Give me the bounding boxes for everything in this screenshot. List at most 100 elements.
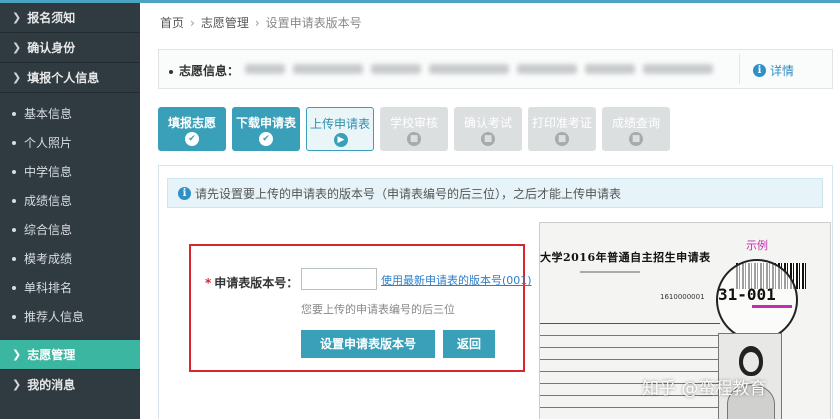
bullet-icon (12, 285, 16, 290)
redacted-text (585, 64, 635, 74)
table-row (540, 324, 720, 336)
use-latest-version-link[interactable]: 使用最新申请表的版本号(001) (381, 272, 532, 288)
sidebar-item-notice[interactable]: ❯ 报名须知 (0, 3, 140, 32)
detail-link-text: 详情 (770, 64, 795, 78)
notice-text: 请先设置要上传的申请表的版本号（申请表编号的后三位），之后才能上传申请表 (195, 186, 622, 201)
sidebar-subitem-label: 单科排名 (24, 281, 73, 295)
bullet-icon (12, 169, 16, 174)
sidebar-item-label: 报名须知 (27, 11, 76, 25)
breadcrumb: 首页 › 志愿管理 › 设置申请表版本号 (160, 14, 362, 31)
info-icon: i (178, 186, 191, 200)
breadcrumb-separator: › (190, 16, 195, 30)
sidebar-item-confirm-identity[interactable]: ❯ 确认身份 (0, 33, 140, 62)
sidebar-item-messages[interactable]: ❯ 我的消息 (0, 370, 140, 399)
sidebar-subitem-label: 推荐人信息 (24, 310, 85, 324)
check-icon: ✔ (259, 132, 273, 146)
sidebar-subitem-label: 成绩信息 (24, 194, 73, 208)
sidebar-subitem-label: 基本信息 (24, 107, 73, 121)
lock-icon: ■ (555, 132, 569, 146)
version-label: * 申请表版本号： (205, 274, 298, 291)
step-label: 成绩查询 (611, 116, 660, 130)
notice-banner: i 请先设置要上传的申请表的版本号（申请表编号的后三位），之后才能上传申请表 (167, 178, 823, 208)
sidebar-item-personal-info[interactable]: ❯ 填报个人信息 (0, 63, 140, 92)
sidebar: ❯ 报名须知 ❯ 确认身份 ❯ 填报个人信息 基本信息 个人照片 中学信息 成绩… (0, 3, 140, 419)
redacted-text (429, 64, 509, 74)
step-label: 打印准考证 (531, 116, 592, 130)
code-underline (752, 305, 792, 308)
step-upload-form[interactable]: 上传申请表 ▶ (306, 107, 374, 151)
back-button[interactable]: 返回 (443, 330, 495, 358)
breadcrumb-current: 设置申请表版本号 (265, 16, 362, 30)
step-label: 填报志愿 (167, 116, 216, 130)
sidebar-item-label: 志愿管理 (27, 348, 76, 362)
bullet-icon (12, 314, 16, 319)
main-content: 首页 › 志愿管理 › 设置申请表版本号 志愿信息： i 详情 填报志愿 ✔ 下载申请表 … (140, 3, 840, 419)
bullet-icon (12, 140, 16, 145)
sidebar-subitem-comprehensive[interactable]: 综合信息 (0, 215, 140, 244)
check-icon: ✔ (185, 132, 199, 146)
detail-link[interactable]: i 详情 (753, 62, 794, 79)
breadcrumb-separator: › (254, 16, 260, 30)
chevron-right-icon: ❯ (12, 348, 22, 361)
breadcrumb-section[interactable]: 志愿管理 (201, 16, 249, 30)
sidebar-item-application-management[interactable]: ❯ 志愿管理 (0, 340, 140, 369)
step-fill-application[interactable]: 填报志愿 ✔ (158, 107, 226, 151)
sidebar-subitem-middle-school[interactable]: 中学信息 (0, 157, 140, 186)
info-label-text: 志愿信息： (179, 64, 240, 78)
lock-icon: ■ (481, 132, 495, 146)
sample-form-code: 31-001 (718, 285, 776, 304)
step-download-form[interactable]: 下载申请表 ✔ (232, 107, 300, 151)
bullet-icon (12, 198, 16, 203)
version-label-text: 申请表版本号： (214, 276, 299, 290)
step-label: 确认考试 (463, 116, 512, 130)
version-hint: 您要上传的申请表编号的后三位 (301, 303, 455, 316)
bullet-icon (12, 256, 16, 261)
step-label: 上传申请表 (309, 117, 370, 131)
redacted-text (371, 64, 421, 74)
sample-form-title: 大学2016年普通自主招生申请表 (540, 251, 711, 264)
sidebar-subitem-label: 模考成绩 (24, 252, 73, 266)
redacted-text (293, 64, 363, 74)
version-form-highlight: * 申请表版本号： 使用最新申请表的版本号(001) 您要上传的申请表编号的后三位… (189, 244, 532, 372)
chevron-right-icon: ❯ (12, 41, 22, 54)
sample-form-line (580, 271, 640, 273)
application-info-box: 志愿信息： i 详情 (158, 49, 833, 89)
table-row (540, 360, 720, 372)
step-label: 学校审核 (389, 116, 438, 130)
sidebar-subitem-label: 综合信息 (24, 223, 73, 237)
sidebar-item-label: 确认身份 (27, 41, 76, 55)
required-marker: * (205, 276, 212, 290)
watermark: 知乎 @蛮程教育 (642, 379, 767, 399)
sidebar-subitem-basic-info[interactable]: 基本信息 (0, 99, 140, 128)
sidebar-subitem-photo[interactable]: 个人照片 (0, 128, 140, 157)
chevron-right-icon: ❯ (12, 11, 22, 24)
sidebar-subitem-label: 中学信息 (24, 165, 73, 179)
bullet-icon (12, 227, 16, 232)
bullet-icon (169, 69, 173, 74)
step-label: 下载申请表 (235, 116, 296, 130)
sidebar-item-label: 填报个人信息 (27, 71, 100, 85)
sidebar-subitem-label: 个人照片 (24, 136, 73, 150)
info-label: 志愿信息： (169, 62, 239, 79)
sample-form-table (540, 323, 720, 419)
step-score-query: 成绩查询 ■ (602, 107, 670, 151)
sample-tag: 示例 (746, 239, 768, 252)
sidebar-subitem-recommender[interactable]: 推荐人信息 (0, 302, 140, 331)
play-icon: ▶ (334, 133, 348, 147)
redacted-text (517, 64, 577, 74)
person-face (743, 352, 759, 372)
lock-icon: ■ (407, 132, 421, 146)
sidebar-subitem-mock-exam[interactable]: 模考成绩 (0, 244, 140, 273)
table-row (540, 348, 720, 360)
step-print-admission: 打印准考证 ■ (528, 107, 596, 151)
info-icon: i (753, 64, 766, 77)
sidebar-subitem-subject-rank[interactable]: 单科排名 (0, 273, 140, 302)
sidebar-subitem-scores[interactable]: 成绩信息 (0, 186, 140, 215)
sidebar-item-label: 我的消息 (27, 378, 76, 392)
redacted-text (643, 64, 713, 74)
bullet-icon (12, 111, 16, 116)
version-input[interactable] (301, 268, 377, 290)
set-version-button[interactable]: 设置申请表版本号 (301, 330, 435, 358)
breadcrumb-home[interactable]: 首页 (160, 16, 184, 30)
divider (739, 54, 740, 84)
